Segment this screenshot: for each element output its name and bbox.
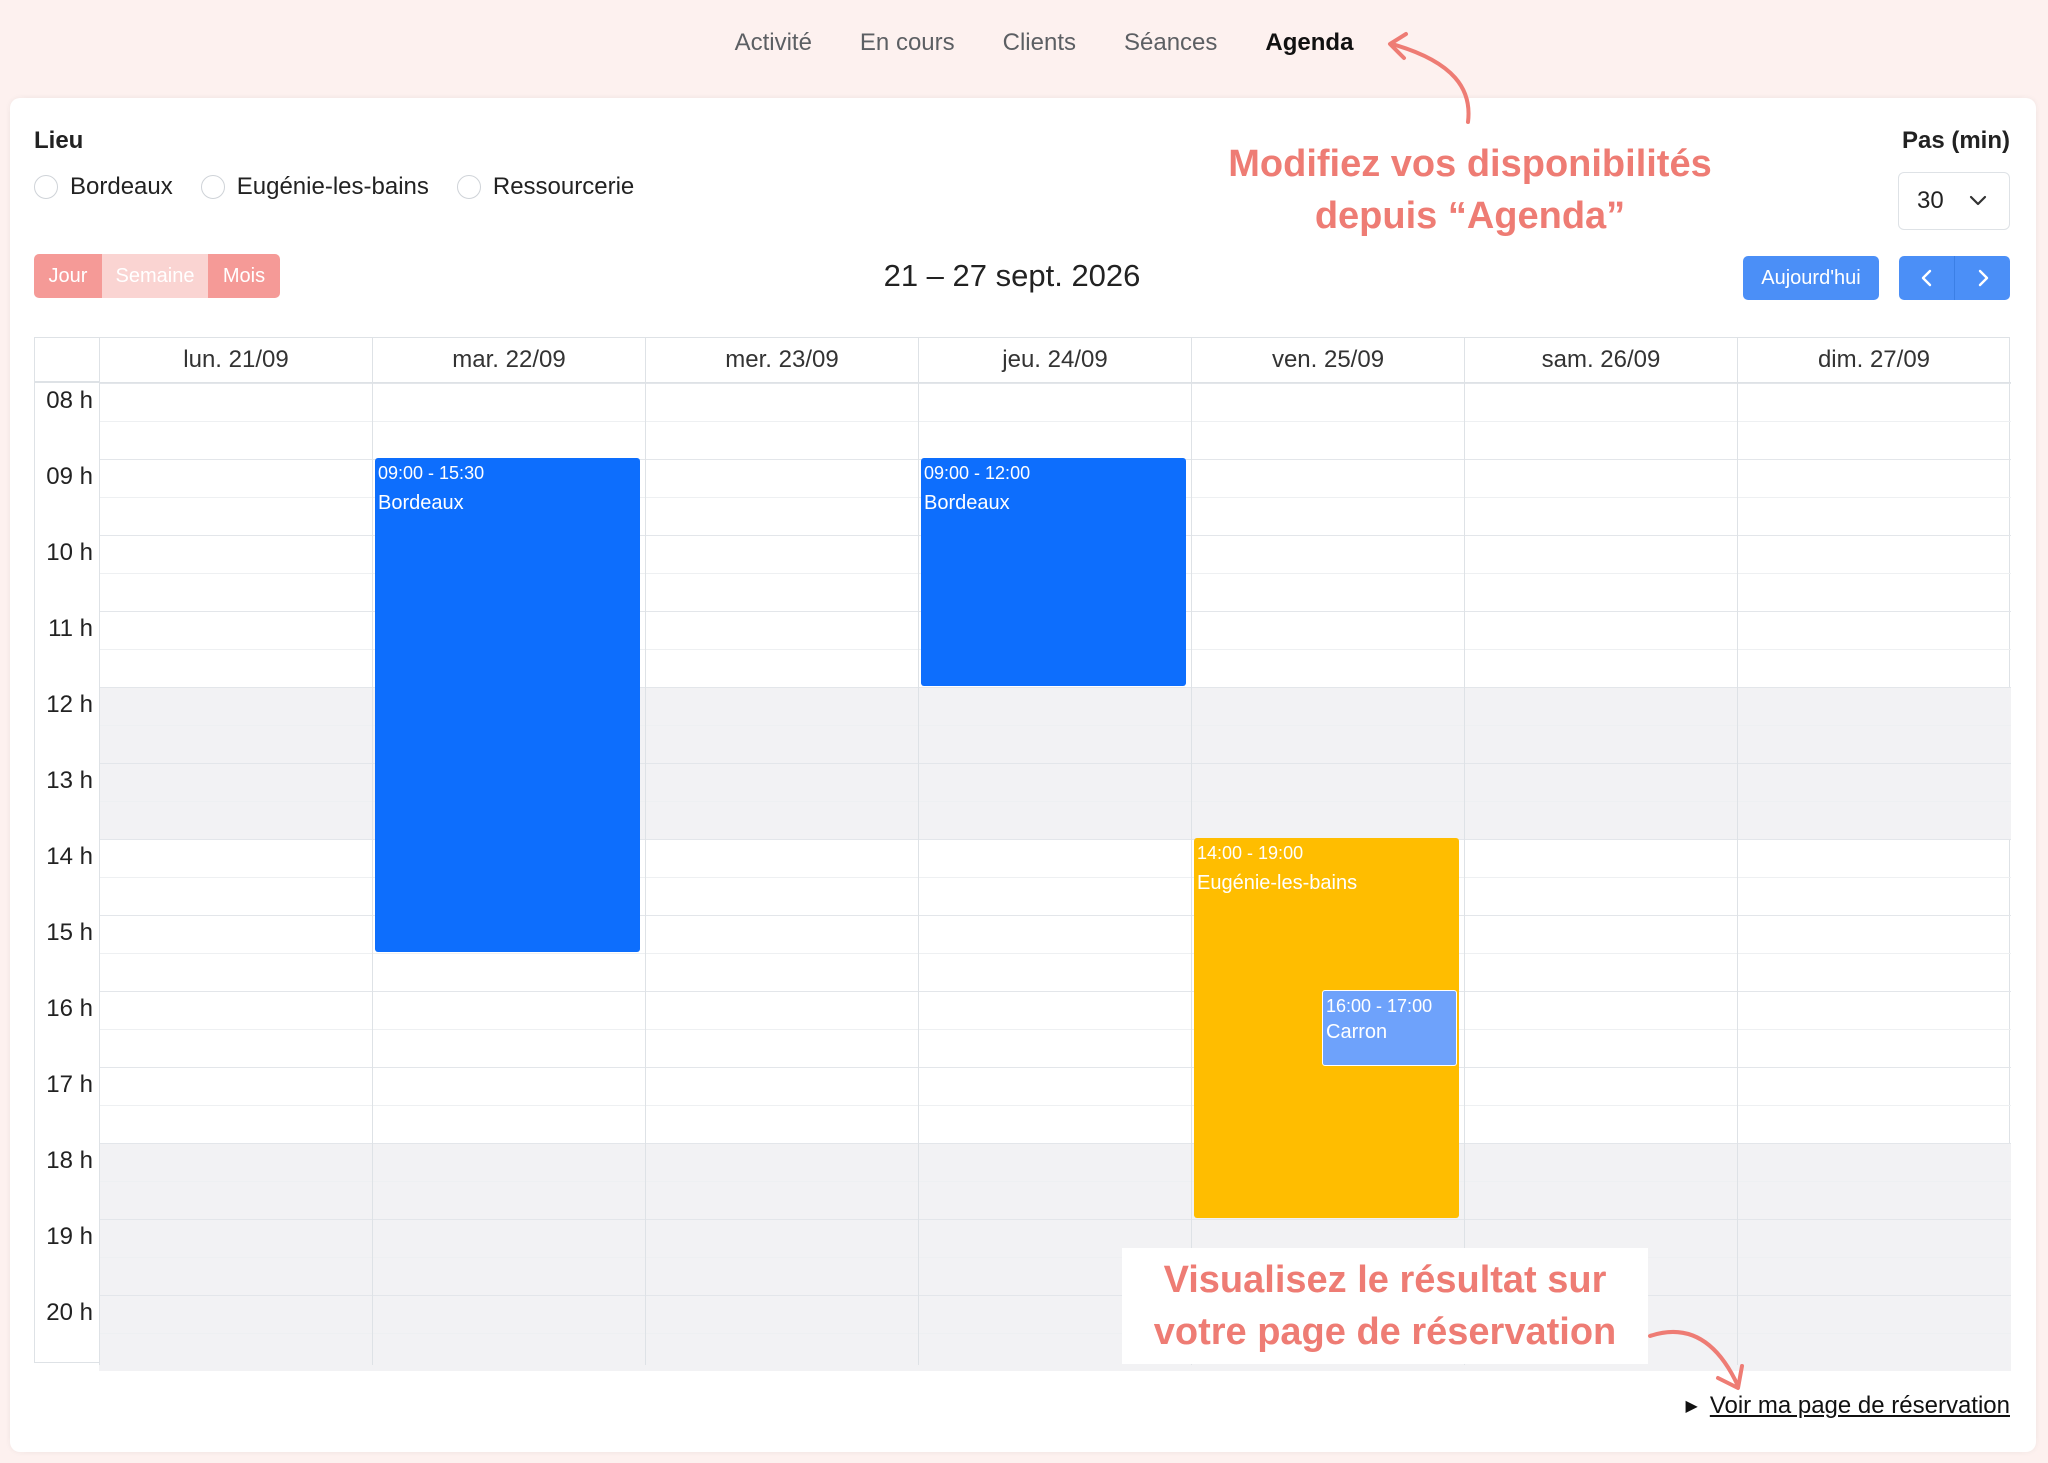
annotation-result-line2: votre page de réservation xyxy=(1153,1311,1617,1353)
hour-row: 19 h xyxy=(35,1219,2011,1295)
nav-seances[interactable]: Séances xyxy=(1100,0,1241,88)
hour-row: 15 h xyxy=(35,915,2011,991)
today-button[interactable]: Aujourd'hui xyxy=(1743,256,1879,300)
day-header: mer. 23/09 xyxy=(645,338,918,382)
radio-bordeaux[interactable] xyxy=(34,175,58,199)
nav-clients[interactable]: Clients xyxy=(979,0,1100,88)
event-title: Carron xyxy=(1326,1021,1388,1043)
chevron-right-icon xyxy=(1978,269,1988,287)
prev-week-button[interactable] xyxy=(1899,256,1954,300)
hour-label: 10 h xyxy=(46,539,93,566)
day-header: dim. 27/09 xyxy=(1737,338,2010,382)
hour-slot-cells[interactable] xyxy=(99,383,2011,459)
hour-slot-cells[interactable] xyxy=(99,1143,2011,1219)
annotation-result: Visualisez le résultat sur votre page de… xyxy=(1122,1248,1648,1364)
calendar-body: 08 h 09 h 10 h 11 h 12 h 13 h 14 h 15 h 16 h 17 h… xyxy=(35,382,2011,1371)
calendar-event[interactable]: 09:00 - 15:30 Bordeaux xyxy=(375,458,640,952)
hour-label: 19 h xyxy=(46,1223,93,1250)
radio-ressourcerie[interactable] xyxy=(456,175,481,199)
lieu-title: Lieu xyxy=(34,127,84,154)
hour-slot-cells[interactable] xyxy=(99,1067,2011,1143)
event-title: Eugénie-les-bains xyxy=(1197,872,1358,894)
annotation-agenda-line2: depuis “Agenda” xyxy=(1314,195,1626,237)
chevron-left-icon xyxy=(1921,269,1931,287)
chevron-down-icon xyxy=(1969,195,1987,206)
date-range-title: 21 – 27 sept. 2026 xyxy=(883,258,1141,293)
event-time: 16:00 - 17:00 xyxy=(1326,996,1433,1016)
day-header: lun. 21/09 xyxy=(99,338,372,382)
event-title: Bordeaux xyxy=(924,492,1010,514)
hour-row: 14 h xyxy=(35,839,2011,915)
pas-value: 30 xyxy=(1917,187,1944,214)
nav-agenda[interactable]: Agenda xyxy=(1241,0,1377,88)
calendar-event[interactable]: 16:00 - 17:00 Carron xyxy=(1322,990,1457,1066)
event-time: 14:00 - 19:00 xyxy=(1197,843,1304,863)
location-label: Bordeaux xyxy=(70,173,173,200)
hour-label: 16 h xyxy=(46,995,93,1022)
hour-label: 12 h xyxy=(46,691,93,718)
hour-label: 17 h xyxy=(46,1071,93,1098)
hour-row: 08 h xyxy=(35,383,2011,459)
reservation-link-row: ▶ Voir ma page de réservation xyxy=(1686,1392,2011,1420)
hour-slot-cells[interactable] xyxy=(99,991,2011,1067)
location-option-ressourcerie[interactable]: Ressourcerie xyxy=(456,173,635,201)
arrow-agenda-icon xyxy=(1388,32,1471,124)
hour-row: 16 h xyxy=(35,991,2011,1067)
pas-select[interactable]: 30 xyxy=(1898,172,2010,230)
nav-en-cours[interactable]: En cours xyxy=(836,0,979,88)
event-time: 09:00 - 12:00 xyxy=(924,463,1031,483)
hour-label: 13 h xyxy=(46,767,93,794)
location-option-eugenie[interactable]: Eugénie-les-bains xyxy=(200,173,429,201)
location-option-bordeaux[interactable]: Bordeaux xyxy=(34,173,173,201)
calendar-day-headers: lun. 21/09 mar. 22/09 mer. 23/09 jeu. 24/09… xyxy=(99,338,2011,382)
location-label: Eugénie-les-bains xyxy=(236,173,429,200)
hour-label: 14 h xyxy=(46,843,93,870)
annotation-result-line1: Visualisez le résultat sur xyxy=(1163,1259,1607,1301)
calendar-gutter-header xyxy=(35,338,99,382)
event-time: 09:00 - 15:30 xyxy=(378,463,485,483)
event-title: Bordeaux xyxy=(378,492,464,514)
hour-label: 18 h xyxy=(46,1147,93,1174)
radio-eugenie[interactable] xyxy=(200,175,225,199)
hour-label: 20 h xyxy=(46,1299,93,1326)
hour-label: 15 h xyxy=(46,919,93,946)
hour-row: 18 h xyxy=(35,1143,2011,1219)
day-header: ven. 25/09 xyxy=(1191,338,1464,382)
calendar-event[interactable]: 09:00 - 12:00 Bordeaux xyxy=(921,458,1186,686)
reservation-page-link[interactable]: Voir ma page de réservation xyxy=(1710,1392,2010,1420)
annotation-agenda-line1: Modifiez vos disponibilités xyxy=(1228,143,1712,185)
pas-title: Pas (min) xyxy=(1901,127,2010,154)
hour-row: 12 h xyxy=(35,687,2011,763)
hour-label: 09 h xyxy=(46,463,93,490)
hour-row: 13 h xyxy=(35,763,2011,839)
location-label: Ressourcerie xyxy=(492,173,635,200)
day-header: jeu. 24/09 xyxy=(918,338,1191,382)
hour-slot-cells[interactable] xyxy=(99,1219,2011,1295)
top-nav: Activité En cours Clients Séances Agenda xyxy=(0,0,2048,90)
day-header: mar. 22/09 xyxy=(372,338,645,382)
hour-label: 11 h xyxy=(48,615,93,642)
hour-row: 17 h xyxy=(35,1067,2011,1143)
week-nav xyxy=(1899,256,2010,300)
week-calendar: lun. 21/09 mar. 22/09 mer. 23/09 jeu. 24/09… xyxy=(34,337,2011,1371)
next-week-button[interactable] xyxy=(1954,256,2010,300)
location-filter: Bordeaux Eugénie-les-bains Ressourcerie xyxy=(34,173,662,201)
disclosure-triangle-icon[interactable]: ▶ xyxy=(1686,1396,1698,1416)
hour-label: 08 h xyxy=(46,387,93,414)
annotation-agenda: Modifiez vos disponibilités depuis “Agen… xyxy=(1200,138,1740,242)
arrow-result-icon xyxy=(1648,1330,1744,1390)
day-header: sam. 26/09 xyxy=(1464,338,1737,382)
nav-activite[interactable]: Activité xyxy=(711,0,836,88)
